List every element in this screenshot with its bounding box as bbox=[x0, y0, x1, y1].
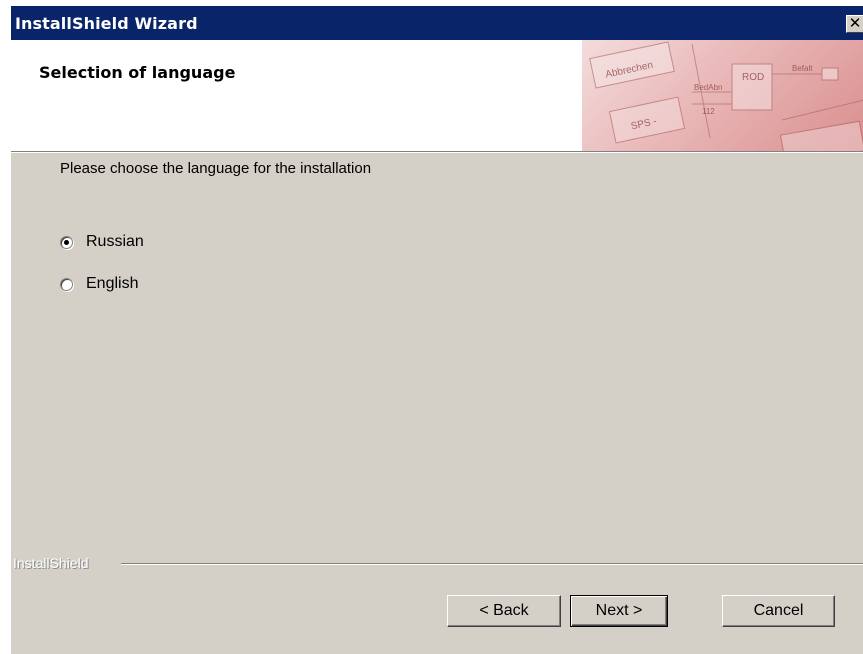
instruction-text: Please choose the language for the insta… bbox=[60, 160, 372, 177]
window-title: InstallShield Wizard bbox=[15, 14, 198, 33]
close-button[interactable]: ✕ bbox=[846, 15, 863, 33]
art-label-befalt: Befalt bbox=[792, 64, 813, 73]
installshield-wizard-window: InstallShield Wizard ✕ Selection of lang… bbox=[10, 6, 863, 654]
wizard-header: Selection of language Abbrechen SPS - RO… bbox=[11, 40, 863, 152]
installshield-brand-label: InstallShield bbox=[13, 555, 89, 571]
radio-button-english[interactable] bbox=[60, 277, 73, 291]
back-button[interactable]: < Back bbox=[447, 595, 561, 627]
brand-separator: InstallShield bbox=[11, 554, 863, 574]
radio-label-russian[interactable]: Russian bbox=[86, 233, 144, 251]
close-icon: ✕ bbox=[848, 14, 862, 32]
art-label-112: 112 bbox=[702, 107, 715, 116]
title-bar[interactable]: InstallShield Wizard ✕ bbox=[11, 6, 863, 40]
header-banner-image: Abbrechen SPS - ROD BedAbn 112 Befalt bbox=[582, 40, 863, 151]
next-button[interactable]: Next > bbox=[570, 595, 668, 627]
separator-line bbox=[121, 563, 863, 564]
page-title: Selection of language bbox=[39, 63, 236, 82]
banner-illustration: Abbrechen SPS - ROD BedAbn 112 Befalt bbox=[589, 41, 863, 151]
language-option-russian[interactable]: Russian bbox=[60, 232, 144, 252]
radio-label-english[interactable]: English bbox=[86, 275, 138, 293]
art-label-rod: ROD bbox=[742, 72, 764, 83]
header-divider bbox=[11, 152, 863, 153]
radio-button-russian[interactable] bbox=[60, 235, 73, 249]
art-label-bedabn: BedAbn bbox=[694, 83, 722, 92]
cancel-button[interactable]: Cancel bbox=[722, 595, 835, 627]
language-option-english[interactable]: English bbox=[60, 274, 138, 294]
